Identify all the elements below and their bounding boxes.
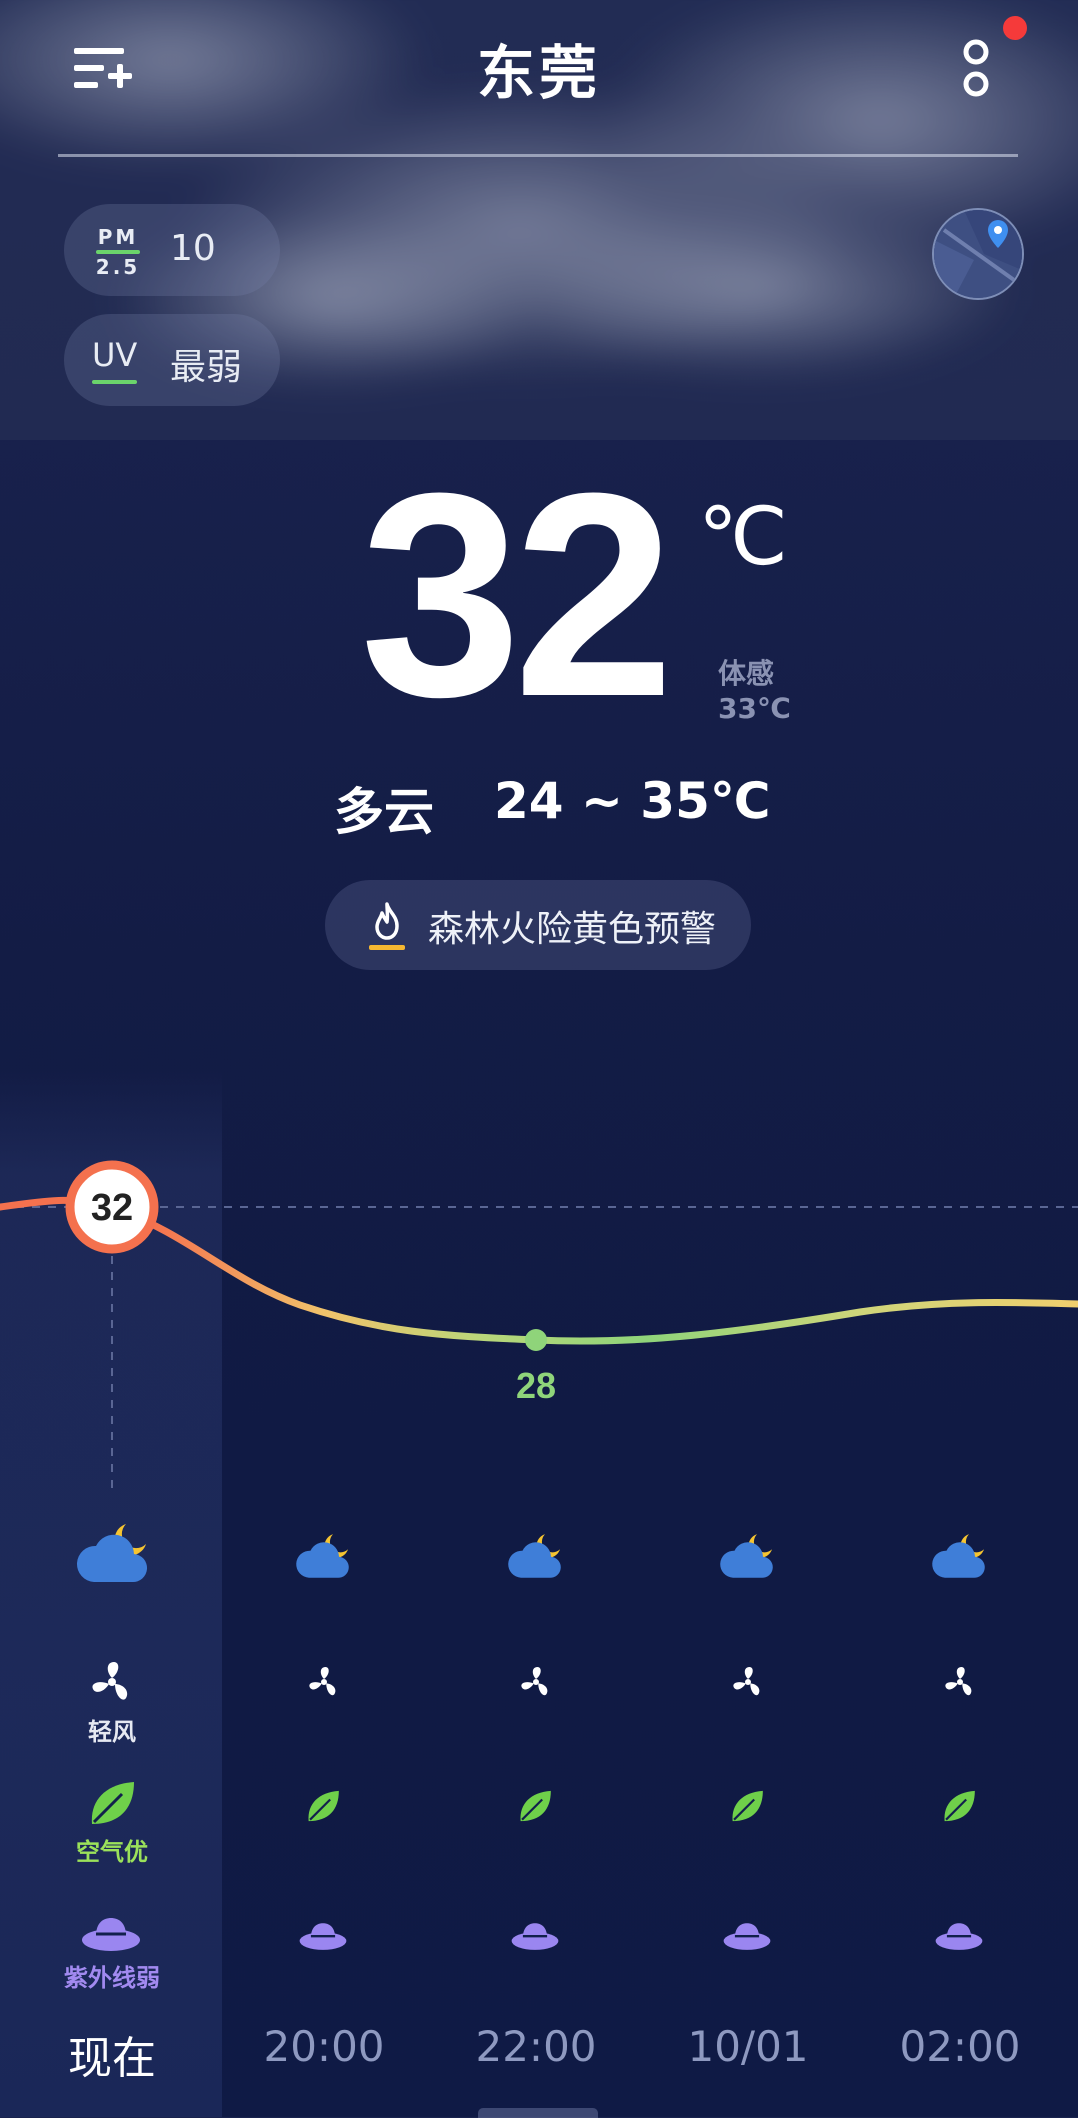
hour-label-now[interactable]: 现在 xyxy=(12,2022,212,2086)
pm25-icon: PM 2.5 xyxy=(94,225,142,279)
pm25-icon-top: PM xyxy=(97,225,139,249)
fan-wind-icon xyxy=(945,1667,972,1696)
map-pin-icon xyxy=(934,210,1022,298)
current-temp-marker-label: 32 xyxy=(91,1187,133,1229)
cloudy-night-icon xyxy=(76,1524,148,1583)
top-bar: 东莞 xyxy=(0,0,1078,150)
hourly-temperature-chart: 32 28 xyxy=(0,1160,1078,1490)
current-temperature: 32 xyxy=(360,433,675,757)
cloudy-night-icon xyxy=(296,1534,349,1578)
pm25-value: 10 xyxy=(170,228,216,269)
feels-like-label: 体感 xyxy=(718,657,775,690)
weather-condition: 多云 xyxy=(334,783,434,841)
uv-icon: UV xyxy=(92,336,138,384)
leaf-icon xyxy=(91,1782,134,1824)
sun-hat-icon xyxy=(511,1923,559,1950)
sun-hat-icon xyxy=(82,1918,140,1951)
weather-alert-button[interactable]: 森林火险黄色预警 xyxy=(325,880,751,970)
sun-hat-icon xyxy=(299,1923,347,1950)
sun-hat-icon xyxy=(935,1923,983,1950)
fan-wind-icon xyxy=(521,1667,548,1696)
hour-label[interactable]: 10/01 xyxy=(648,2022,848,2071)
hour-label[interactable]: 02:00 xyxy=(860,2022,1060,2071)
cloudy-night-icon xyxy=(508,1534,561,1578)
hour-label[interactable]: 22:00 xyxy=(436,2022,636,2071)
uv-pill[interactable]: UV 最弱 xyxy=(64,314,280,406)
leaf-icon xyxy=(944,1790,975,1822)
fire-icon xyxy=(369,902,405,950)
temperature-curve xyxy=(0,1196,1078,1345)
sun-hat-icon xyxy=(723,1923,771,1950)
air-label-now: 空气优 xyxy=(76,1838,148,1866)
cloudy-night-icon xyxy=(932,1534,985,1578)
hour-label[interactable]: 20:00 xyxy=(224,2022,424,2071)
fan-wind-icon xyxy=(733,1667,760,1696)
uv-label-now: 紫外线弱 xyxy=(64,1964,160,1992)
min-temp-label: 28 xyxy=(516,1365,556,1406)
fan-wind-icon xyxy=(92,1662,128,1700)
header-divider xyxy=(58,154,1018,157)
wind-label-now: 轻风 xyxy=(88,1718,136,1746)
more-icon[interactable] xyxy=(958,34,998,104)
notification-dot xyxy=(1003,16,1027,40)
leaf-icon xyxy=(308,1790,339,1822)
feels-like-value: 33℃ xyxy=(718,692,791,725)
temperature-unit: ℃ xyxy=(698,490,788,583)
leaf-icon xyxy=(520,1790,551,1822)
min-temp-marker xyxy=(525,1329,547,1351)
cloudy-night-icon xyxy=(720,1534,773,1578)
map-location-button[interactable] xyxy=(932,208,1024,300)
pm25-icon-bottom: 2.5 xyxy=(95,255,141,279)
alert-text: 森林火险黄色预警 xyxy=(428,909,717,950)
fan-wind-icon xyxy=(309,1667,336,1696)
uv-value: 最弱 xyxy=(170,347,243,388)
leaf-icon xyxy=(732,1790,763,1822)
pm25-pill[interactable]: PM 2.5 10 xyxy=(64,204,280,296)
temperature-range: 24 ~ 35℃ xyxy=(494,772,771,830)
city-title[interactable]: 东莞 xyxy=(0,26,1078,110)
uv-icon-text: UV xyxy=(92,336,138,374)
